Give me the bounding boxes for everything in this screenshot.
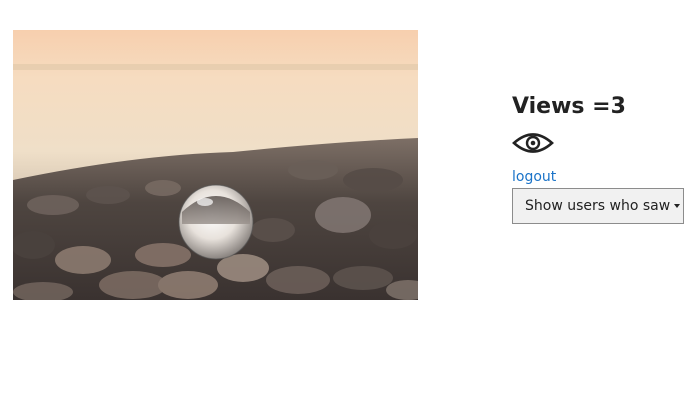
caret-down-icon bbox=[674, 204, 681, 208]
sidebar-panel: Views =3 logout Show users who saw bbox=[512, 92, 692, 224]
views-count: 3 bbox=[610, 94, 626, 119]
dropdown-label: Show users who saw bbox=[525, 198, 671, 214]
eye-icon bbox=[512, 133, 554, 153]
views-counter: Views =3 bbox=[512, 92, 692, 122]
show-users-who-saw-dropdown[interactable]: Show users who saw bbox=[512, 188, 684, 224]
logout-link[interactable]: logout bbox=[512, 168, 556, 186]
photo-crystal-ball-on-pebbles bbox=[13, 30, 418, 300]
views-label: Views = bbox=[512, 94, 611, 119]
